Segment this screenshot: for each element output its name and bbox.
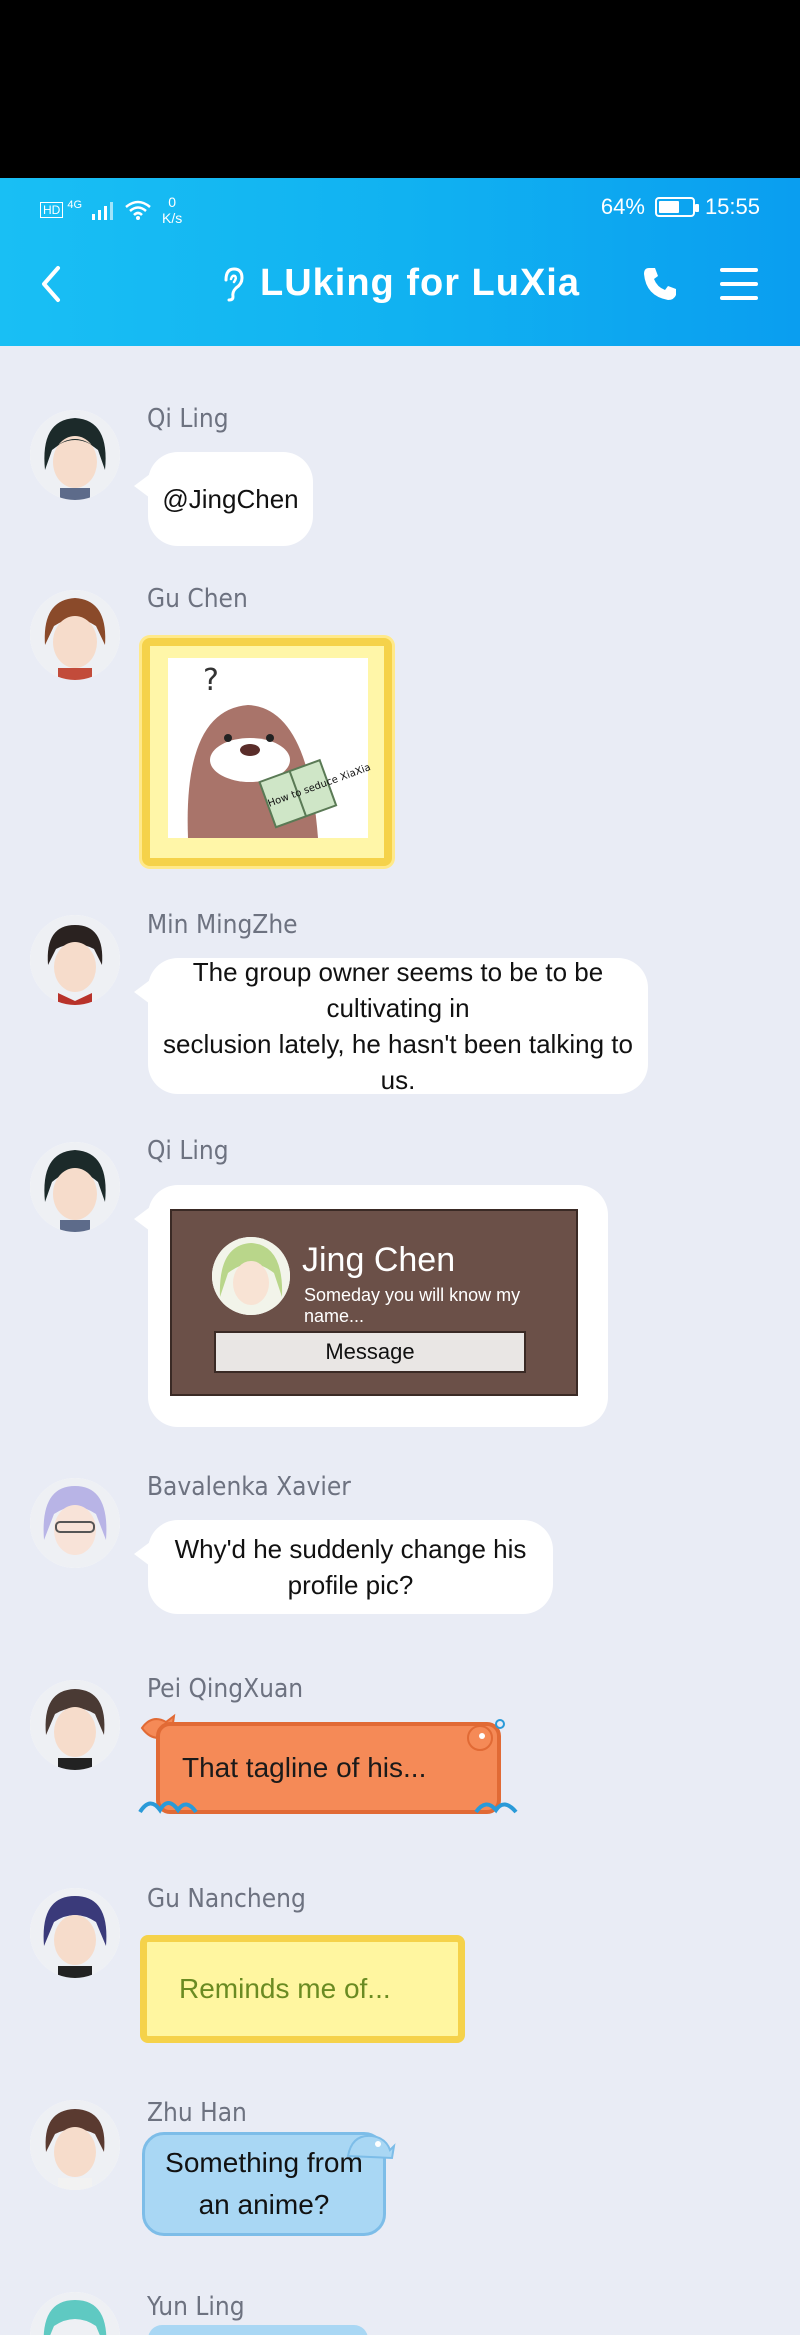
- net-speed-value: 0: [168, 194, 177, 210]
- whale-decoration-icon: [346, 2134, 396, 2160]
- avatar-portrait: [30, 590, 120, 680]
- avatar[interactable]: [30, 1478, 120, 1568]
- top-black-bar: [0, 0, 800, 178]
- status-bar-right: 64% 15:55: [601, 194, 760, 220]
- avatar[interactable]: [30, 2100, 120, 2190]
- avatar-portrait: [30, 2292, 120, 2335]
- message-bubble[interactable]: That tagline of his...: [156, 1722, 501, 1814]
- avatar[interactable]: [30, 590, 120, 680]
- message-bubble[interactable]: The group owner seems to be to be cultiv…: [134, 957, 648, 1095]
- message-bubble[interactable]: @JingChen: [134, 452, 313, 546]
- battery-percent: 64%: [600, 194, 645, 219]
- avatar-portrait: [30, 915, 120, 1005]
- message-text-line-2: an anime?: [198, 2189, 330, 2220]
- avatar-portrait: [30, 410, 120, 500]
- avatar[interactable]: [30, 1680, 120, 1770]
- message-text-line-1: Something from: [165, 2147, 363, 2178]
- fish-head-decoration-icon: [467, 1719, 505, 1751]
- avatar-portrait: [30, 1478, 120, 1568]
- battery-icon: [654, 197, 699, 217]
- svg-text:?: ?: [203, 663, 219, 698]
- avatar[interactable]: [30, 915, 120, 1005]
- contact-portrait: [212, 1237, 290, 1315]
- contact-tagline: Someday you will know my name...: [304, 1285, 521, 1326]
- hd-icon: HD: [40, 202, 64, 218]
- sender-name: Yun Ling: [147, 2292, 245, 2322]
- avatar-portrait: [30, 1142, 120, 1232]
- sticker-message[interactable]: ? How to seduce XiaXia: [142, 638, 392, 866]
- message-bubble[interactable]: [148, 2325, 368, 2335]
- sender-name: Zhu Han: [147, 2098, 247, 2128]
- sender-name: Qi Ling: [147, 404, 229, 434]
- sender-name: Qi Ling: [147, 1136, 229, 1166]
- otter-sticker-image: ? How to seduce XiaXia: [168, 658, 372, 838]
- sender-name: Bavalenka Xavier: [147, 1472, 351, 1502]
- wave-decoration-icon: [474, 1802, 518, 1814]
- message-text-line-2: seclusion lately, he hasn't been talking…: [163, 1029, 633, 1095]
- signal-label: 4G: [67, 199, 83, 211]
- hamburger-menu-icon[interactable]: [720, 266, 758, 302]
- battery-fill: [658, 201, 679, 213]
- net-speed: 0 K/s: [162, 194, 182, 226]
- avatar-portrait: [30, 1888, 120, 1978]
- message-text: @JingChen: [162, 484, 299, 514]
- message-bubble[interactable]: Reminds me of...: [140, 1935, 465, 2043]
- contact-name: Jing Chen: [302, 1241, 456, 1279]
- avatar[interactable]: [30, 410, 120, 500]
- status-bar-left: HD 4G 0 K/s: [40, 194, 182, 226]
- avatar[interactable]: [30, 1142, 120, 1232]
- sender-name: Min MingZhe: [147, 910, 298, 940]
- contact-card[interactable]: Jing Chen Someday you will know my name.…: [170, 1209, 578, 1396]
- title-group: LUking for LuXia: [0, 262, 800, 305]
- message-button[interactable]: Message: [214, 1331, 526, 1373]
- message-text: That tagline of his...: [182, 1752, 427, 1783]
- message-text: Why'd he suddenly change his profile pic…: [174, 1534, 527, 1600]
- clock: 15:55: [704, 194, 760, 219]
- app-header: HD 4G 0 K/s 64% 15:55 LUking for LuXia: [0, 178, 800, 346]
- contact-avatar: [212, 1237, 290, 1315]
- phone-icon[interactable]: [640, 264, 680, 304]
- net-speed-unit: K/s: [162, 210, 183, 226]
- sender-name: Gu Nancheng: [147, 1884, 306, 1914]
- avatar[interactable]: [30, 1888, 120, 1978]
- avatar-portrait: [30, 1680, 120, 1770]
- wifi-icon: [125, 200, 151, 220]
- message-text: Reminds me of...: [179, 1973, 391, 2004]
- wave-decoration-icon: [138, 1801, 198, 1814]
- page-title: LUking for LuXia: [260, 262, 580, 304]
- signal-bars-icon: [92, 202, 114, 220]
- message-bubble[interactable]: Why'd he suddenly change his profile pic…: [134, 1520, 553, 1614]
- sender-name: Gu Chen: [147, 584, 248, 614]
- avatar[interactable]: [30, 2292, 120, 2335]
- ear-icon: [224, 266, 244, 301]
- sender-name: Pei QingXuan: [147, 1674, 304, 1704]
- avatar-portrait: [30, 2100, 120, 2190]
- message-text-line-1: The group owner seems to be to be cultiv…: [192, 957, 604, 1023]
